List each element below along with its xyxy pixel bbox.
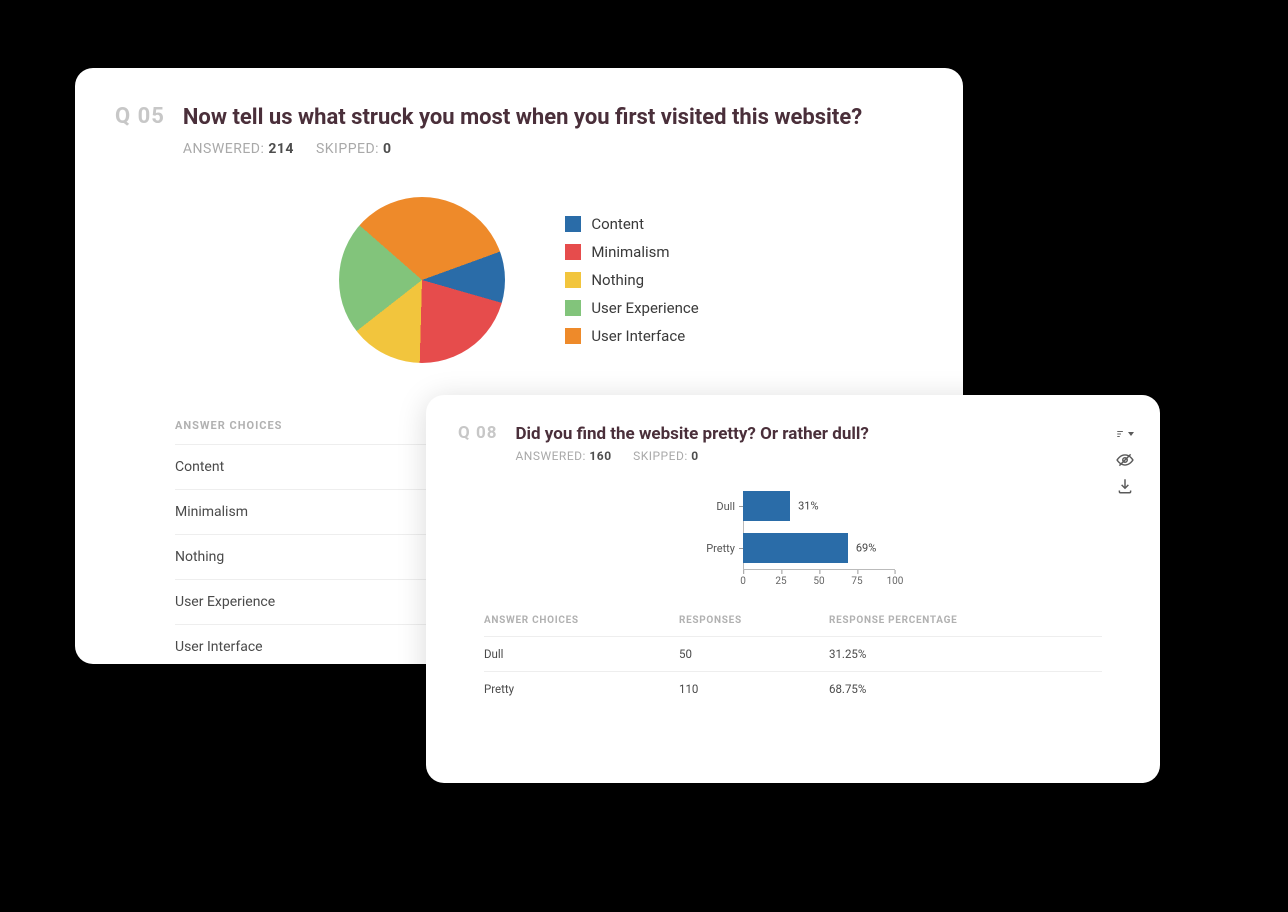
pie-chart	[339, 197, 505, 363]
legend-label: Nothing	[591, 271, 644, 289]
bar-chart-area: Dull 31% Pretty 69% 0 25 50 75 100	[458, 485, 1128, 587]
table-row: Dull5031.25%	[484, 636, 1102, 671]
legend-item: User Interface	[565, 327, 698, 345]
responses-table: ANSWER CHOICES RESPONSES RESPONSE PERCEN…	[458, 615, 1128, 706]
legend-swatch	[565, 244, 581, 260]
answered-label: ANSWERED:	[515, 449, 585, 463]
col-header-responses: RESPONSES	[679, 615, 829, 626]
chevron-down-icon	[1128, 432, 1134, 436]
chart-type-icon[interactable]	[1116, 425, 1134, 443]
question-title-block: Now tell us what struck you most when yo…	[183, 104, 862, 157]
bar-value-label: 69%	[856, 542, 876, 555]
col-header-choices: ANSWER CHOICES	[484, 615, 679, 626]
bar-fill	[743, 491, 790, 521]
col-header-pct: RESPONSE PERCENTAGE	[829, 615, 1102, 626]
answered-value: 214	[268, 141, 294, 157]
axis-tick: 25	[775, 570, 786, 587]
table-row: Pretty11068.75%	[484, 671, 1102, 706]
axis-tick: 100	[887, 570, 904, 587]
question-number: Q 08	[458, 423, 497, 443]
question-card-q08: Q 08 Did you find the website pretty? Or…	[426, 395, 1160, 783]
bar-row: Pretty 69%	[691, 527, 895, 569]
legend-item: Nothing	[565, 271, 698, 289]
question-title: Did you find the website pretty? Or rath…	[515, 423, 868, 445]
cell-choice: Pretty	[484, 682, 679, 696]
legend-label: Content	[591, 215, 644, 233]
axis-tick: 50	[813, 570, 824, 587]
question-stats: ANSWERED: 160 SKIPPED: 0	[515, 449, 868, 463]
chart-toolbar	[1116, 425, 1134, 495]
legend-swatch	[565, 272, 581, 288]
bar-fill	[743, 533, 848, 563]
visibility-icon[interactable]	[1116, 451, 1134, 469]
skipped-value: 0	[691, 449, 698, 463]
bar-category-label: Dull	[691, 500, 743, 513]
question-number: Q 05	[115, 104, 165, 129]
cell-choice: Dull	[484, 647, 679, 661]
cell-percentage: 31.25%	[829, 647, 1102, 661]
table-header-row: ANSWER CHOICES RESPONSES RESPONSE PERCEN…	[484, 615, 1102, 636]
legend-swatch	[565, 300, 581, 316]
pie-legend: Content Minimalism Nothing User Experience U…	[565, 215, 698, 345]
question-title: Now tell us what struck you most when yo…	[183, 104, 862, 133]
legend-label: Minimalism	[591, 243, 669, 261]
bar-row: Dull 31%	[691, 485, 895, 527]
answered-value: 160	[589, 449, 611, 463]
skipped-label: SKIPPED:	[633, 449, 688, 463]
skipped-label: SKIPPED:	[316, 141, 379, 157]
legend-item: Minimalism	[565, 243, 698, 261]
legend-swatch	[565, 328, 581, 344]
bar-track: 31%	[743, 491, 895, 521]
question-stats: ANSWERED: 214 SKIPPED: 0	[183, 141, 862, 157]
bar-value-label: 31%	[798, 500, 818, 513]
legend-item: User Experience	[565, 299, 698, 317]
bar-x-axis: 0255075100	[743, 569, 895, 587]
legend-swatch	[565, 216, 581, 232]
legend-item: Content	[565, 215, 698, 233]
download-icon[interactable]	[1116, 477, 1134, 495]
question-header: Q 05 Now tell us what struck you most wh…	[115, 104, 923, 157]
skipped-value: 0	[383, 141, 392, 157]
answered-label: ANSWERED:	[183, 141, 264, 157]
axis-tick: 75	[851, 570, 862, 587]
axis-tick: 0	[740, 570, 746, 587]
question-header: Q 08 Did you find the website pretty? Or…	[458, 423, 1128, 463]
cell-percentage: 68.75%	[829, 682, 1102, 696]
legend-label: User Interface	[591, 327, 685, 345]
bar-chart: Dull31%Pretty69%0255075100	[691, 485, 895, 587]
pie-chart-area: Content Minimalism Nothing User Experience U…	[115, 197, 923, 363]
cell-responses: 110	[679, 682, 829, 696]
bar-category-label: Pretty	[691, 542, 743, 555]
question-title-block: Did you find the website pretty? Or rath…	[515, 423, 868, 463]
cell-responses: 50	[679, 647, 829, 661]
bar-track: 69%	[743, 533, 895, 563]
legend-label: User Experience	[591, 299, 698, 317]
